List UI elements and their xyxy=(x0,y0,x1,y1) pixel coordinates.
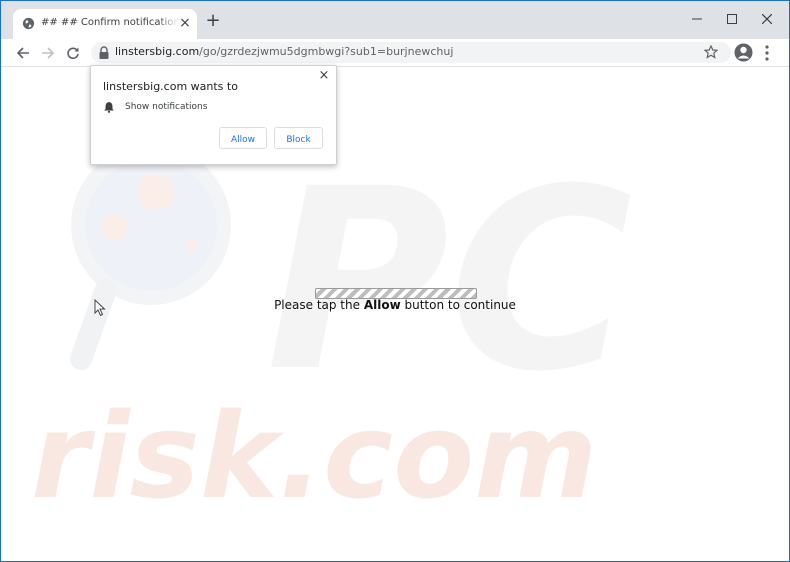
arrow-right-icon xyxy=(42,47,55,59)
instruction-message: Please tap the Allow button to continue xyxy=(1,298,789,312)
new-tab-button[interactable]: + xyxy=(204,12,222,31)
notification-permission-popup: linstersbig.com wants to × Show notifica… xyxy=(90,65,337,165)
watermark-pc-text: PC xyxy=(266,135,633,426)
title-bar: ## ## Confirm notifications ## ## ## ## … xyxy=(1,1,789,39)
message-allow-word: Allow xyxy=(363,298,401,312)
more-menu-icon[interactable] xyxy=(761,44,773,62)
maximize-button[interactable] xyxy=(717,9,747,29)
message-text-start: Please tap the xyxy=(274,298,364,312)
popup-close-icon[interactable]: × xyxy=(318,69,330,82)
browser-window: ## ## Confirm notifications ## ## ## ## … xyxy=(0,0,790,562)
arrow-left-icon xyxy=(16,47,29,59)
block-button[interactable]: Block xyxy=(274,127,323,149)
bell-icon xyxy=(104,102,114,113)
close-window-button[interactable] xyxy=(752,9,782,29)
minimize-button[interactable] xyxy=(682,9,712,29)
close-icon xyxy=(762,14,772,24)
address-bar[interactable]: linstersbig.com/go/gzrdezjwmu5dgmbwgi?su… xyxy=(91,42,731,63)
maximize-icon xyxy=(727,14,737,24)
tab-title: ## ## Confirm notifications ## ## ## ## xyxy=(41,17,179,28)
forward-button[interactable] xyxy=(38,43,58,63)
message-text-end: button to continue xyxy=(400,298,516,312)
permission-label: Show notifications xyxy=(125,102,208,112)
browser-tab[interactable]: ## ## Confirm notifications ## ## ## ## … xyxy=(13,9,197,39)
star-icon[interactable] xyxy=(704,45,718,59)
watermark-risk-text: risk.com xyxy=(31,387,597,525)
url-text[interactable]: linstersbig.com/go/gzrdezjwmu5dgmbwgi?su… xyxy=(115,45,453,58)
url-host: linstersbig.com xyxy=(115,45,200,58)
url-path: /go/gzrdezjwmu5dgmbwgi?sub1=burjnewchuj xyxy=(199,45,454,58)
browser-toolbar: linstersbig.com/go/gzrdezjwmu5dgmbwgi?su… xyxy=(1,39,789,67)
popup-title: linstersbig.com wants to xyxy=(103,80,238,93)
tab-close-icon[interactable]: × xyxy=(178,16,192,30)
mouse-cursor-icon xyxy=(94,299,106,317)
reload-button[interactable] xyxy=(63,43,83,63)
globe-icon xyxy=(22,17,35,30)
back-button[interactable] xyxy=(13,43,33,63)
profile-avatar-icon[interactable] xyxy=(734,43,753,62)
reload-icon xyxy=(67,47,79,60)
lock-icon[interactable] xyxy=(98,46,110,60)
allow-button[interactable]: Allow xyxy=(219,127,267,149)
minimize-icon xyxy=(692,18,702,20)
